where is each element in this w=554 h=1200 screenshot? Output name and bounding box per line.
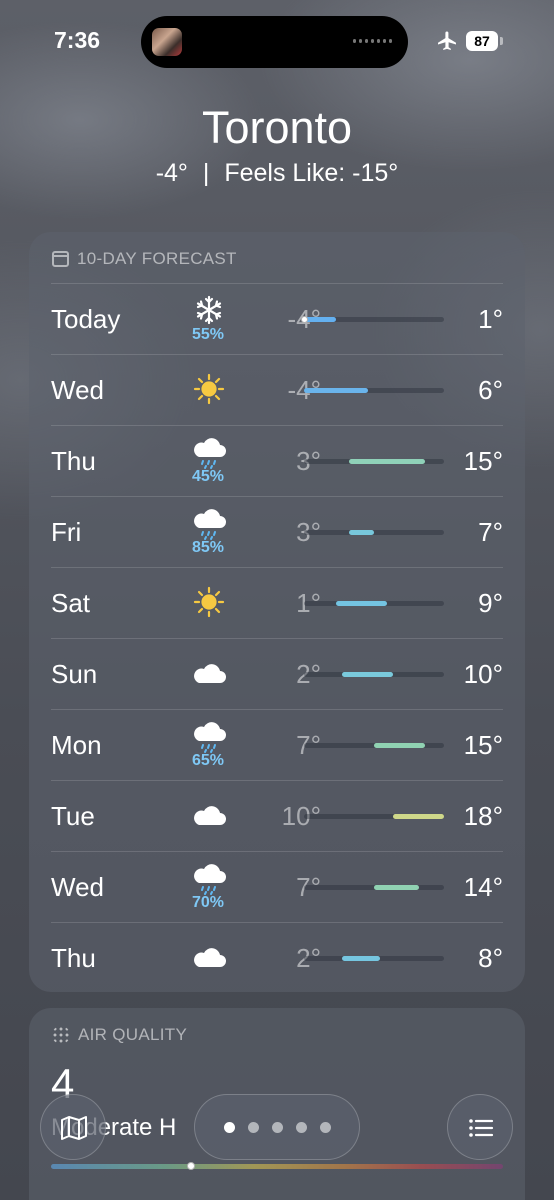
air-quality-title: AIR QUALITY xyxy=(78,1025,188,1044)
map-button[interactable] xyxy=(40,1094,106,1160)
temp-range-bar xyxy=(348,459,425,464)
high-temp: 9° xyxy=(478,588,503,618)
high-temp: 1° xyxy=(478,304,503,334)
map-icon xyxy=(61,1116,87,1140)
forecast-header: 10-DAY FORECAST xyxy=(52,249,237,269)
forecast-row[interactable]: Sat 1° 9° xyxy=(51,567,503,638)
dynamic-island[interactable] xyxy=(141,16,408,68)
high-temp: 6° xyxy=(478,375,503,405)
cloud-icon xyxy=(189,940,229,974)
high-temp: 18° xyxy=(463,801,503,831)
high-temp: 8° xyxy=(478,943,503,973)
ten-day-forecast-card[interactable]: 10-DAY FORECAST Today55%-4°1°Wed-4°6°Thu… xyxy=(29,232,525,992)
air-quality-header: AIR QUALITY xyxy=(52,1025,187,1045)
forecast-day: Mon xyxy=(51,730,102,760)
temp-range-track xyxy=(304,388,444,393)
forecast-day: Thu xyxy=(51,943,96,973)
precip-chance: 45% xyxy=(191,468,225,485)
temp-range-track xyxy=(304,956,444,961)
city-name: Toronto xyxy=(201,102,353,153)
page-dot[interactable] xyxy=(223,1121,235,1133)
forecast-row[interactable]: Wed -4° 6° xyxy=(51,354,503,425)
page-dot[interactable] xyxy=(271,1121,283,1133)
current-conditions: -4° | Feels Like: -15° xyxy=(0,159,554,188)
forecast-day: Thu xyxy=(51,446,96,476)
audio-waveform-icon xyxy=(353,39,392,43)
current-temp: -4° xyxy=(155,159,188,187)
forecast-row[interactable]: Mon 65% 7° 15° xyxy=(51,709,503,780)
temp-range-bar xyxy=(342,672,394,677)
current-temp-dot xyxy=(301,316,308,323)
forecast-row[interactable]: Sun 2° 10° xyxy=(51,638,503,709)
forecast-day: Sun xyxy=(51,659,98,689)
temp-range-bar xyxy=(374,885,419,890)
high-temp: 15° xyxy=(463,730,503,760)
forecast-row[interactable]: Today55%-4°1° xyxy=(51,283,503,354)
forecast-title: 10-DAY FORECAST xyxy=(77,249,237,268)
sun-icon xyxy=(189,372,229,406)
temp-range-track xyxy=(301,316,444,323)
forecast-row[interactable]: Tue 10° 18° xyxy=(51,780,503,851)
page-indicator[interactable] xyxy=(194,1094,360,1160)
temp-range-track xyxy=(304,814,444,819)
temp-range-track xyxy=(304,601,444,606)
high-temp: 14° xyxy=(463,872,503,902)
calendar-icon xyxy=(52,251,69,267)
cloud-icon xyxy=(189,656,229,690)
temp-range-track xyxy=(304,530,444,535)
temp-range-track xyxy=(304,459,444,464)
forecast-day: Today xyxy=(51,304,121,334)
list-icon xyxy=(469,1119,494,1137)
temp-range-track xyxy=(304,672,444,677)
battery-nub xyxy=(500,37,503,45)
forecast-day: Wed xyxy=(51,375,104,405)
temp-range-bar xyxy=(348,530,374,535)
forecast-day: Wed xyxy=(51,872,104,902)
status-time: 7:36 xyxy=(54,27,101,53)
cloud-icon xyxy=(189,798,229,832)
high-temp: 10° xyxy=(463,659,503,689)
temp-range-bar xyxy=(304,388,368,393)
temp-range-track xyxy=(304,885,444,890)
feels-like: Feels Like: -15° xyxy=(224,159,399,187)
cloud-rain-icon xyxy=(189,507,229,541)
temp-range-bar xyxy=(374,743,425,748)
page-dot[interactable] xyxy=(247,1121,259,1133)
air-quality-scale xyxy=(51,1164,503,1169)
cloud-rain-icon xyxy=(189,862,229,896)
forecast-row[interactable]: Fri 85% 3° 7° xyxy=(51,496,503,567)
temp-range-track xyxy=(304,743,444,748)
airplane-mode-icon xyxy=(438,31,456,50)
locations-list-button[interactable] xyxy=(447,1094,513,1160)
forecast-day: Sat xyxy=(51,588,91,618)
forecast-row[interactable]: Thu 45% 3° 15° xyxy=(51,425,503,496)
forecast-row[interactable]: Thu 2° 8° xyxy=(51,922,503,993)
precip-chance: 85% xyxy=(191,539,225,556)
temp-range-bar xyxy=(393,814,444,819)
temp-range-bar xyxy=(335,601,387,606)
separator: | xyxy=(202,159,210,187)
forecast-day: Tue xyxy=(51,801,95,831)
high-temp: 7° xyxy=(478,517,503,547)
precip-chance: 65% xyxy=(191,752,225,769)
precip-chance: 55% xyxy=(191,326,225,343)
temp-range-bar xyxy=(304,317,336,322)
forecast-row[interactable]: Wed 70% 7° 14° xyxy=(51,851,503,922)
cloud-rain-icon xyxy=(189,720,229,754)
forecast-day: Fri xyxy=(51,517,82,547)
forecast-list: Today55%-4°1°Wed-4°6°Thu45%3°15°Fri85%3°… xyxy=(29,283,525,993)
precip-chance: 70% xyxy=(191,894,225,911)
battery-indicator: 87 xyxy=(466,31,498,51)
now-playing-artwork[interactable] xyxy=(152,28,182,56)
sun-icon xyxy=(189,585,229,619)
temp-range-bar xyxy=(342,956,381,961)
snowflake-icon xyxy=(189,294,229,328)
cloud-rain-icon xyxy=(189,436,229,470)
air-quality-icon xyxy=(52,1026,70,1044)
page-dot[interactable] xyxy=(319,1121,331,1133)
high-temp: 15° xyxy=(463,446,503,476)
page-dot[interactable] xyxy=(295,1121,307,1133)
